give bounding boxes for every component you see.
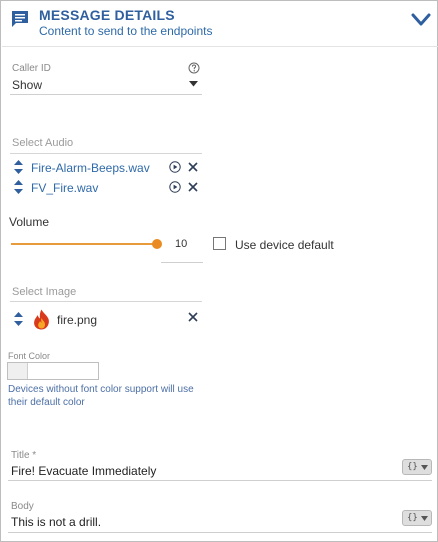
remove-icon[interactable] xyxy=(188,312,198,322)
chevron-down-icon xyxy=(421,516,428,521)
font-color-help-text: Devices without font color support will … xyxy=(8,384,194,408)
insert-variable-button[interactable]: {} xyxy=(402,510,432,526)
font-color-swatch[interactable] xyxy=(8,363,28,379)
title-label: Title * xyxy=(11,450,37,461)
reorder-icon[interactable] xyxy=(14,160,23,174)
font-color-label: Font Color xyxy=(8,351,51,361)
select-image-underline xyxy=(10,301,202,302)
font-color-picker[interactable] xyxy=(7,362,99,380)
volume-label: Volume xyxy=(9,215,50,229)
dropdown-caret-icon[interactable] xyxy=(189,81,198,87)
variable-braces-icon: {} xyxy=(407,513,418,523)
reorder-icon[interactable] xyxy=(14,312,23,326)
help-icon[interactable] xyxy=(188,62,200,74)
select-image-input[interactable]: Select Image xyxy=(12,286,76,298)
remove-icon[interactable] xyxy=(188,182,198,192)
volume-value[interactable]: 10 xyxy=(161,233,203,263)
caller-id-select[interactable]: Show xyxy=(12,78,42,92)
reorder-icon[interactable] xyxy=(14,180,23,194)
caller-id-label: Caller ID xyxy=(12,63,51,74)
fire-icon xyxy=(34,309,49,330)
section-title: MESSAGE DETAILS xyxy=(39,7,175,23)
remove-icon[interactable] xyxy=(188,162,198,172)
use-device-default-label[interactable]: Use device default xyxy=(235,238,334,252)
body-underline xyxy=(8,532,432,533)
variable-braces-icon: {} xyxy=(407,462,418,472)
body-label: Body xyxy=(11,501,34,512)
select-audio-input[interactable]: Select Audio xyxy=(12,137,73,149)
audio-item-name: FV_Fire.wav xyxy=(31,181,99,195)
title-underline xyxy=(8,480,432,481)
title-input[interactable]: Fire! Evacuate Immediately xyxy=(11,464,156,478)
select-audio-underline xyxy=(10,153,202,154)
section-subtitle: Content to send to the endpoints xyxy=(39,24,213,38)
chevron-down-icon[interactable] xyxy=(411,12,431,28)
volume-slider[interactable] xyxy=(11,243,157,245)
message-icon xyxy=(12,11,28,27)
body-input[interactable]: This is not a drill. xyxy=(11,515,101,529)
image-item-name: fire.png xyxy=(57,313,98,327)
caller-id-underline xyxy=(10,94,202,95)
chevron-down-icon xyxy=(421,465,428,470)
message-details-panel: MESSAGE DETAILS Content to send to the e… xyxy=(0,0,438,542)
play-icon[interactable] xyxy=(169,181,181,193)
use-device-default-checkbox[interactable] xyxy=(213,237,226,250)
play-icon[interactable] xyxy=(169,161,181,173)
audio-item-name: Fire-Alarm-Beeps.wav xyxy=(31,161,150,175)
insert-variable-button[interactable]: {} xyxy=(402,459,432,475)
header-divider xyxy=(2,46,438,47)
